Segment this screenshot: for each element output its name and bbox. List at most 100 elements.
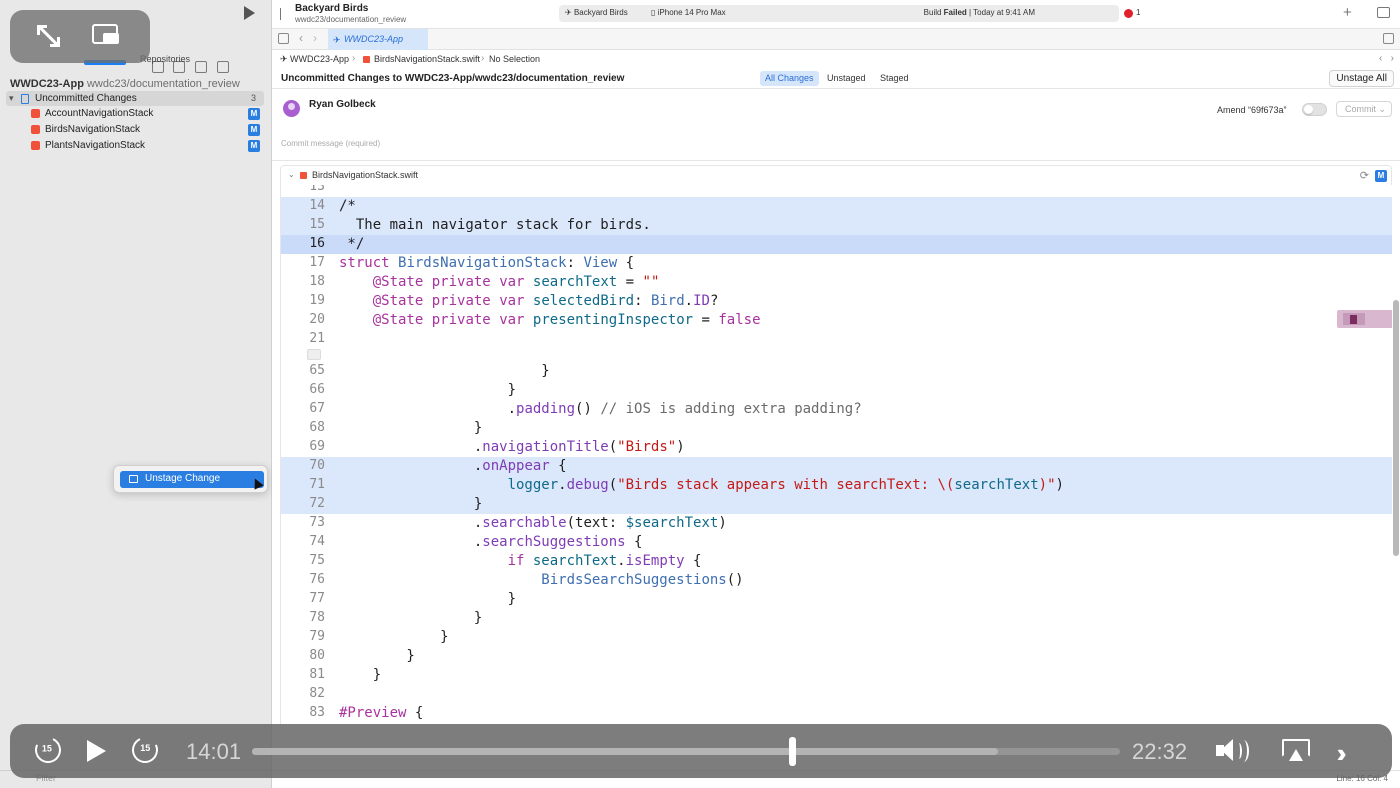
editor-options-icon[interactable]: [1383, 33, 1394, 44]
run-destination[interactable]: ▯ iPhone 14 Pro Max: [651, 8, 726, 17]
fullscreen-button[interactable]: [32, 20, 66, 52]
line-code: #Preview {: [339, 705, 424, 721]
play-button[interactable]: [87, 740, 106, 762]
breadcrumb-project[interactable]: ✈ WWDC23-App: [280, 54, 349, 65]
line-number: 79: [309, 629, 325, 644]
bookmark-icon[interactable]: [1343, 313, 1365, 325]
commit-button[interactable]: Commit ⌄: [1336, 101, 1392, 117]
commit-message-field[interactable]: Commit message (required): [281, 139, 380, 148]
code-line: 13: [281, 185, 1392, 197]
line-code: }: [339, 667, 382, 683]
line-code: @State private var presentingInspector =…: [372, 312, 761, 328]
line-code: @State private var searchText = "": [372, 274, 660, 290]
code-line: 17 struct BirdsNavigationStack: View {: [281, 254, 1392, 273]
author-name: Ryan Golbeck: [309, 99, 376, 110]
line-number: 83: [309, 705, 325, 720]
bookmark-marker[interactable]: [1337, 310, 1392, 328]
amend-toggle[interactable]: [1302, 103, 1327, 116]
line-code: }: [339, 420, 483, 436]
refresh-icon[interactable]: ⟳: [1360, 169, 1369, 182]
uncommitted-changes-group[interactable]: ▾ Uncommitted Changes 3: [6, 91, 264, 106]
pip-controls: [10, 10, 150, 63]
chevron-down-icon[interactable]: ▾: [9, 93, 14, 104]
tab-project[interactable]: ✈ WWDC23-App: [328, 29, 428, 50]
related-items-icon[interactable]: [278, 33, 289, 44]
code-line: 75 if searchText.isEmpty {: [281, 552, 1392, 571]
inspector-toggle-icon[interactable]: [1377, 7, 1390, 18]
filter-all-changes[interactable]: All Changes: [760, 71, 819, 86]
code-line: 79 }: [281, 628, 1392, 647]
video-player-controls: 15 15 14:01 22:32 ››: [10, 724, 1392, 778]
skip-back-seconds: 15: [41, 743, 52, 754]
modified-badge: M: [248, 124, 260, 136]
code-line[interactable]: 71 logger.debug("Birds stack appears wit…: [281, 476, 1392, 495]
line-number: 71: [309, 477, 325, 492]
pip-icon-inner: [103, 33, 119, 44]
commit-button-label: Commit: [1345, 104, 1376, 114]
device-name: iPhone 14 Pro Max: [657, 8, 726, 17]
unstage-all-button[interactable]: Unstage All: [1329, 70, 1394, 87]
unstage-change-menu-item[interactable]: Unstage Change: [120, 471, 264, 488]
line-number: 81: [309, 667, 325, 682]
report-icon[interactable]: [217, 61, 229, 73]
folded-code-ribbon[interactable]: [307, 349, 321, 360]
scrubber-track[interactable]: [252, 737, 1120, 766]
line-number: 14: [309, 198, 325, 213]
skip-forward-button[interactable]: 15: [128, 733, 162, 767]
file-name: AccountNavigationStack: [45, 108, 154, 119]
forward-button[interactable]: ›: [313, 31, 317, 45]
line-code: @State private var selectedBird: Bird.ID…: [372, 293, 719, 309]
line-number: 70: [309, 458, 325, 473]
line-number: 65: [309, 363, 325, 378]
list-item-file[interactable]: PlantsNavigationStack M: [30, 139, 262, 154]
error-icon[interactable]: [1124, 9, 1133, 18]
vertical-scrollbar[interactable]: [1393, 300, 1399, 556]
code-line[interactable]: 72 }: [281, 495, 1392, 514]
breadcrumb-selection[interactable]: No Selection: [489, 54, 540, 64]
volume-button[interactable]: [1216, 739, 1256, 763]
breadcrumb-file[interactable]: BirdsNavigationStack.swift: [374, 54, 480, 64]
line-code: }: [339, 629, 449, 645]
code-line[interactable]: 16 */: [281, 235, 1392, 254]
code-line[interactable]: 15 The main navigator stack for birds.: [281, 216, 1392, 235]
add-icon[interactable]: +: [1343, 4, 1352, 21]
code-line: 76 BirdsSearchSuggestions(): [281, 571, 1392, 590]
swift-file-icon: [300, 172, 307, 179]
filter-staged[interactable]: Staged: [875, 71, 914, 86]
back-button[interactable]: ‹: [299, 31, 303, 45]
code-line[interactable]: 70 .onAppear {: [281, 457, 1392, 476]
line-number: 17: [309, 255, 325, 270]
skip-back-button[interactable]: 15: [31, 733, 65, 767]
diff-file-header[interactable]: ⌄ BirdsNavigationStack.swift ⟳ M: [280, 165, 1392, 185]
change-navigator-arrows[interactable]: ‹ ›: [1379, 53, 1394, 64]
total-time: 22:32: [1132, 739, 1188, 764]
commit-header-title: Uncommitted Changes to WWDC23-App/wwdc23…: [281, 73, 625, 84]
group-label: Uncommitted Changes: [35, 93, 137, 104]
scheme-selector[interactable]: ✈ Backyard Birds: [565, 8, 628, 17]
unstage-icon: [129, 475, 138, 483]
list-item-file[interactable]: AccountNavigationStack M: [30, 107, 262, 122]
picture-in-picture-button[interactable]: [89, 20, 123, 52]
line-number: 66: [309, 382, 325, 397]
line-code: .padding() // iOS is adding extra paddin…: [339, 401, 862, 417]
tests-icon[interactable]: [195, 61, 207, 73]
diff-file-name: BirdsNavigationStack.swift: [312, 170, 419, 180]
swift-file-icon: [31, 141, 40, 150]
line-code: }: [339, 496, 483, 512]
code-line: 20 @State private var presentingInspecto…: [281, 311, 1392, 330]
window-title: Backyard Birds: [295, 3, 369, 14]
list-item-file[interactable]: BirdsNavigationStack M: [30, 123, 262, 138]
filter-unstaged[interactable]: Unstaged: [822, 71, 871, 86]
line-code: }: [339, 363, 550, 379]
line-number: 68: [309, 420, 325, 435]
navigator-sidebar: Repositories WWDC23-App wwdc23/documentat…: [0, 0, 272, 788]
chevron-down-icon[interactable]: ⌄: [288, 170, 295, 179]
scrubber-handle[interactable]: [788, 737, 796, 766]
code-line[interactable]: 14 /*: [281, 197, 1392, 216]
code-line: 68 }: [281, 419, 1392, 438]
code-line: 74 .searchSuggestions {: [281, 533, 1392, 552]
airplay-button[interactable]: [1282, 739, 1310, 763]
divider: [272, 160, 1400, 161]
code-line: 73 .searchable(text: $searchText): [281, 514, 1392, 533]
run-button[interactable]: [244, 6, 255, 20]
